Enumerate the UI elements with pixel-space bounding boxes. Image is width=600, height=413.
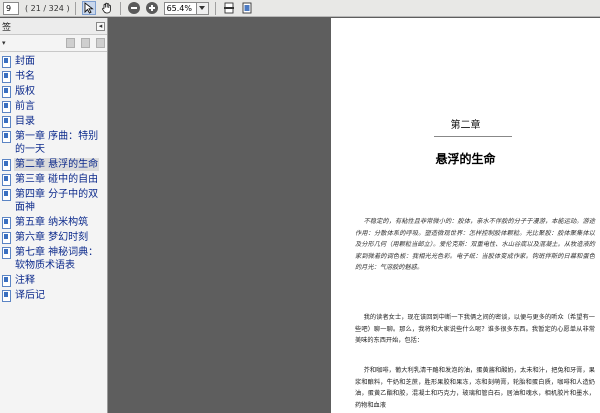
fit-page-icon <box>223 2 234 14</box>
page-number-input[interactable]: 9 <box>3 1 19 15</box>
panel-title: 签 <box>2 22 12 33</box>
toolbar-divider <box>214 1 216 15</box>
delete-bookmark-icon[interactable] <box>66 38 75 48</box>
bookmark-icon <box>2 275 11 287</box>
bookmark-item-preface[interactable]: 前言 <box>0 99 107 114</box>
bookmark-icon <box>2 101 11 113</box>
toolbar-divider <box>119 1 121 15</box>
fit-page-button[interactable] <box>222 1 236 15</box>
zoom-in-button[interactable] <box>145 1 159 15</box>
bookmark-item-chapter-7[interactable]: 第七章 神秘词典：软物质术语表 <box>0 245 107 273</box>
bookmark-list: 封面 书名 版权 前言 目录 第一章 序曲：特别的一天 第二章 悬浮的生命 第三… <box>0 52 107 303</box>
minus-icon <box>127 2 140 14</box>
bookmark-icon <box>2 247 11 259</box>
bookmark-icon <box>2 159 11 171</box>
cursor-arrow-icon <box>84 2 94 14</box>
chapter-divider <box>434 136 512 137</box>
body-paragraph: 我的读者女士，现在该回到中断一下我俩之间的密谈，以便与更多的听众（希望有一些吧）… <box>355 314 595 344</box>
select-tool-button[interactable] <box>81 1 96 15</box>
bookmark-icon <box>2 174 11 186</box>
bookmark-item-afterword[interactable]: 译后记 <box>0 288 107 303</box>
zoom-out-button[interactable] <box>127 1 141 15</box>
new-bookmark-icon[interactable] <box>81 38 90 48</box>
toolbar-divider <box>74 1 76 15</box>
fit-width-icon <box>242 2 252 14</box>
bookmark-icon <box>2 86 11 98</box>
bookmark-item-chapter-6[interactable]: 第六章 梦幻时刻 <box>0 230 107 245</box>
bookmark-icon <box>2 131 11 143</box>
bookmark-icon <box>2 71 11 83</box>
plus-icon <box>145 2 158 14</box>
chapter-title: 悬浮的生命 <box>435 152 496 166</box>
bookmark-icon <box>2 116 11 128</box>
bookmark-item-chapter-4[interactable]: 第四章 分子中的双面神 <box>0 187 107 215</box>
bookmark-item-contents[interactable]: 目录 <box>0 114 107 129</box>
bookmarks-panel: 签 ◂ ▾ 封面 书名 版权 前言 目录 第一章 序曲：特别的一天 第二章 悬浮… <box>0 18 108 413</box>
bookmark-item-copyright[interactable]: 版权 <box>0 84 107 99</box>
hand-icon <box>101 2 111 14</box>
zoom-level-input[interactable]: 65.4% <box>163 1 197 15</box>
bookmark-item-cover[interactable]: 封面 <box>0 54 107 69</box>
fit-width-button[interactable] <box>240 1 254 15</box>
close-icon: ◂ <box>98 21 103 30</box>
bookmark-icon <box>2 290 11 302</box>
expand-bookmark-icon[interactable] <box>96 38 105 48</box>
bookmark-icon <box>2 56 11 68</box>
page-position-label: ( 21 / 324 ) <box>25 3 70 13</box>
bookmark-item-chapter-3[interactable]: 第三章 碰中的自由 <box>0 172 107 187</box>
hand-tool-button[interactable] <box>100 1 114 15</box>
body-paragraph: 芥和咖啡，葡大利乳清干酪和发泡的油，蛋黄酱和酸奶，太未和汁，把兔和牙膏，果浆和酿… <box>355 367 595 409</box>
bookmark-icon <box>2 217 11 229</box>
bookmarks-panel-header: 签 ◂ <box>0 18 107 35</box>
bookmarks-toolbar: ▾ <box>0 35 107 52</box>
bookmark-item-chapter-1[interactable]: 第一章 序曲：特别的一天 <box>0 129 107 157</box>
bookmark-item-chapter-5[interactable]: 第五章 纳米构筑 <box>0 215 107 230</box>
chapter-epigraph: 不稳定的，有粘性且非常微小的：胶体，亲水不伴胶的分子于漫游，本能运动。游途作用：… <box>355 218 595 271</box>
bookmark-icon <box>2 189 11 201</box>
zoom-dropdown[interactable] <box>196 1 209 15</box>
document-viewport[interactable]: 第二章 悬浮的生命 不稳定的，有粘性且非常微小的：胶体，亲水不伴胶的分子于漫游，… <box>109 18 600 413</box>
chapter-number: 第二章 <box>450 120 481 131</box>
toolbar: 9 ( 21 / 324 ) 65.4% <box>0 0 600 17</box>
bookmark-item-title[interactable]: 书名 <box>0 69 107 84</box>
close-panel-button[interactable]: ◂ <box>96 21 105 31</box>
bookmark-icon <box>2 232 11 244</box>
chevron-down-icon <box>199 6 206 10</box>
options-menu-button[interactable]: ▾ <box>2 39 6 47</box>
bookmark-item-notes[interactable]: 注释 <box>0 273 107 288</box>
document-page: 第二章 悬浮的生命 不稳定的，有粘性且非常微小的：胶体，亲水不伴胶的分子于漫游，… <box>331 18 600 413</box>
bookmark-item-chapter-2[interactable]: 第二章 悬浮的生命 <box>0 157 107 172</box>
